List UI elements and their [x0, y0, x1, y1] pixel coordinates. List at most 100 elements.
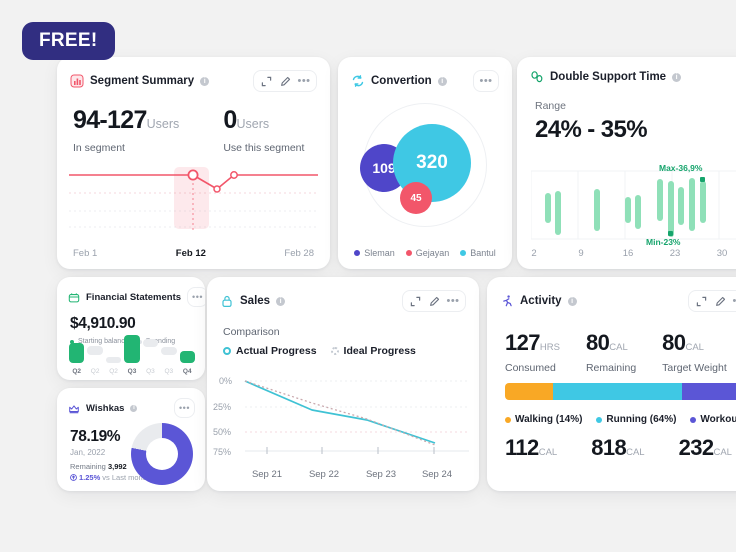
legend-item: Bantul [460, 248, 496, 258]
legend-swatch [223, 347, 231, 355]
more-icon[interactable]: ••• [732, 294, 736, 308]
axis-tick: Q2 [72, 368, 82, 375]
legend-label: Running (64%) [606, 414, 677, 425]
candle [700, 181, 706, 223]
sales-line-chart: 0% 25% 50% 75% [207, 373, 479, 459]
bar-spending [161, 347, 177, 355]
info-icon[interactable]: i [672, 72, 682, 82]
expand-icon[interactable] [259, 74, 273, 88]
legend-label: Ideal Progress [343, 345, 416, 357]
max-point [700, 177, 705, 182]
card-sales: Sales i ••• Comparison Actual Progress I… [207, 277, 479, 491]
legend-swatch [330, 347, 339, 355]
financial-axis: Q2 Q2 Q2 Q3 Q3 Q3 Q4 [69, 368, 195, 375]
axis-tick: Q4 [182, 368, 192, 375]
y-tick: 75% [213, 447, 232, 457]
stat-value: 127HRS [505, 330, 560, 355]
bar-spending [87, 346, 103, 355]
calorie-unit: CAL [626, 447, 645, 458]
card-segment-summary: Segment Summary i ••• 94-127Users In seg… [57, 57, 330, 269]
legend-item-walking: Walking (14%) [505, 414, 582, 425]
more-icon[interactable]: ••• [179, 401, 190, 415]
more-icon[interactable]: ••• [446, 294, 460, 308]
x-tick: Sep 24 [421, 469, 453, 480]
card-actions: ••• [253, 70, 317, 92]
card-title: Activity [520, 295, 562, 307]
candle [678, 187, 684, 225]
info-icon[interactable]: i [200, 76, 210, 86]
candle [545, 193, 551, 223]
candle [625, 197, 631, 223]
refresh-icon [351, 74, 365, 88]
card-header: Wishkas i ••• [57, 388, 205, 418]
bubble-label: 320 [416, 152, 448, 173]
activity-legend: Walking (14%) Running (64%) Workout (32%… [505, 414, 736, 425]
stat-value: 80CAL [662, 330, 704, 355]
remaining-value: 3,992 [107, 462, 127, 471]
candle [689, 178, 695, 231]
min-tag: Min-23% [646, 237, 681, 247]
axis-tick: 2 [531, 248, 537, 259]
y-tick: 0% [219, 376, 233, 386]
wishkas-donut-chart [131, 423, 193, 485]
stat-caption: In segment [73, 142, 125, 154]
card-header: Convertion i ••• [338, 57, 512, 92]
stat-value: 0Users [223, 106, 270, 134]
axis-start: Feb 1 [73, 248, 98, 259]
calorie-running: 818CAL [591, 435, 645, 460]
expand-icon[interactable] [694, 294, 708, 308]
more-icon[interactable]: ••• [192, 290, 203, 304]
candle [594, 189, 600, 231]
remaining-label: Remaining [70, 462, 106, 471]
y-tick: 50% [213, 427, 232, 437]
legend-item-ideal: Ideal Progress [330, 345, 416, 357]
lock-icon [220, 294, 234, 308]
legend-swatch [690, 416, 697, 423]
bar-spending [142, 339, 159, 347]
legend-swatch [505, 416, 511, 423]
card-header: Double Support Time i [517, 57, 736, 84]
axis-tick: Q3 [127, 368, 137, 375]
legend-swatch [405, 250, 412, 256]
x-tick: Sep 22 [308, 469, 340, 480]
stat-unit: Users [236, 117, 270, 131]
calorie-workout: 232CAL [678, 435, 732, 460]
legend-label: Actual Progress [236, 345, 317, 357]
stat-use-segment: 0Users Use this segment [223, 106, 304, 154]
footsteps-icon [530, 70, 544, 84]
stat-in-segment: 94-127Users In segment [73, 106, 179, 154]
axis-tick: 30 [716, 248, 728, 259]
edit-icon[interactable] [713, 294, 727, 308]
legend-swatch [354, 250, 361, 256]
calorie-unit: CAL [713, 447, 732, 458]
stat-consumed: 127HRS Consumed [505, 330, 560, 374]
bar-starting [179, 351, 195, 363]
range-label: Range [535, 100, 566, 112]
info-icon[interactable]: i [130, 404, 138, 412]
info-icon[interactable]: i [437, 76, 447, 86]
wishkas-remaining: Remaining 3,992 [70, 462, 127, 471]
stat-unit: CAL [609, 342, 628, 353]
calorie-walking: 112CAL [505, 435, 558, 460]
expand-icon[interactable] [408, 294, 422, 308]
edit-icon[interactable] [278, 74, 292, 88]
card-title: Sales [240, 295, 271, 307]
segment-axis: Feb 1 Feb 12 Feb 28 [73, 248, 314, 259]
axis-tick: Q2 [90, 368, 100, 375]
card-header: Financial Statements ••• [57, 277, 205, 307]
more-icon[interactable]: ••• [479, 74, 493, 88]
candle [555, 191, 561, 235]
y-tick: 25% [213, 402, 232, 412]
candle [668, 181, 674, 237]
range-value: 24% - 35% [535, 116, 648, 143]
info-icon[interactable]: i [276, 296, 286, 306]
bubble-label: 45 [410, 192, 422, 204]
more-icon[interactable]: ••• [297, 74, 311, 88]
legend-item: Gejayan [405, 248, 449, 258]
axis-tick: Q2 [109, 368, 118, 375]
card-title: Segment Summary [90, 75, 195, 87]
bar-starting [69, 343, 85, 363]
card-actions: ••• [688, 290, 736, 312]
info-icon[interactable]: i [567, 296, 577, 306]
edit-icon[interactable] [427, 294, 441, 308]
